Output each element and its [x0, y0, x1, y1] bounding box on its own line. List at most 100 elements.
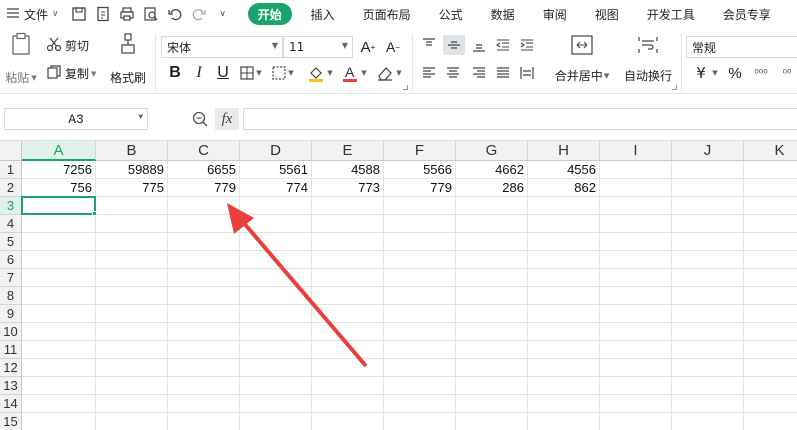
cell-b15[interactable] [96, 413, 168, 430]
cell-a14[interactable] [22, 395, 96, 413]
cell-k5[interactable] [744, 233, 797, 251]
bold-icon[interactable]: B [166, 64, 184, 82]
print-preview-icon[interactable] [142, 5, 160, 23]
cell-h8[interactable] [528, 287, 600, 305]
italic-icon[interactable]: I [190, 64, 208, 82]
decrease-decimal-icon[interactable]: ⁰⁰ [776, 64, 797, 82]
cell-i10[interactable] [600, 323, 672, 341]
cell-c12[interactable] [168, 359, 240, 377]
chevron-down-icon[interactable]: ▼ [286, 64, 296, 82]
cell-b7[interactable] [96, 269, 168, 287]
align-center-icon[interactable] [444, 64, 462, 82]
cell-d4[interactable] [240, 215, 312, 233]
increase-indent-icon[interactable] [518, 36, 536, 54]
chevron-down-icon[interactable]: ▼ [254, 64, 264, 82]
cell-e13[interactable] [312, 377, 384, 395]
cell-d9[interactable] [240, 305, 312, 323]
cell-c10[interactable] [168, 323, 240, 341]
font-color-icon[interactable]: A [341, 64, 359, 82]
cell-c13[interactable] [168, 377, 240, 395]
cell-b12[interactable] [96, 359, 168, 377]
decrease-indent-icon[interactable] [494, 36, 512, 54]
cell-a11[interactable] [22, 341, 96, 359]
tab-insert[interactable]: 插入 [302, 3, 344, 25]
cell-k14[interactable] [744, 395, 797, 413]
row-header-4[interactable]: 4 [0, 215, 22, 233]
chevron-down-icon[interactable]: ▼ [359, 64, 369, 82]
cell-e11[interactable] [312, 341, 384, 359]
row-header-14[interactable]: 14 [0, 395, 22, 413]
cell-j13[interactable] [672, 377, 744, 395]
decrease-font-icon[interactable]: A − [384, 38, 402, 56]
cell-j15[interactable] [672, 413, 744, 430]
cell-c11[interactable] [168, 341, 240, 359]
cell-b14[interactable] [96, 395, 168, 413]
cell-k6[interactable] [744, 251, 797, 269]
cell-b4[interactable] [96, 215, 168, 233]
cell-k8[interactable] [744, 287, 797, 305]
cell-i1[interactable] [600, 161, 672, 179]
cell-j11[interactable] [672, 341, 744, 359]
cell-a9[interactable] [22, 305, 96, 323]
cell-e1[interactable]: 4588 [312, 161, 384, 179]
cell-i13[interactable] [600, 377, 672, 395]
row-header-7[interactable]: 7 [0, 269, 22, 287]
cell-h14[interactable] [528, 395, 600, 413]
undo-icon[interactable] [166, 5, 184, 23]
cell-f1[interactable]: 5566 [384, 161, 456, 179]
number-format-select[interactable]: 常规 [686, 36, 797, 58]
select-all-corner[interactable] [0, 141, 22, 161]
align-bottom-icon[interactable] [470, 36, 488, 54]
cell-d11[interactable] [240, 341, 312, 359]
font-size-select[interactable]: 11 ▼ [283, 36, 353, 58]
cell-b11[interactable] [96, 341, 168, 359]
cut-button[interactable]: 剪切 [46, 36, 89, 55]
cell-d14[interactable] [240, 395, 312, 413]
cell-k9[interactable] [744, 305, 797, 323]
column-header-d[interactable]: D [240, 141, 312, 161]
cell-g4[interactable] [456, 215, 528, 233]
cell-c4[interactable] [168, 215, 240, 233]
cell-f8[interactable] [384, 287, 456, 305]
cell-f10[interactable] [384, 323, 456, 341]
cell-a4[interactable] [22, 215, 96, 233]
active-cell-a3[interactable] [21, 196, 96, 215]
cell-i8[interactable] [600, 287, 672, 305]
column-header-a[interactable]: A [22, 141, 96, 161]
column-header-c[interactable]: C [168, 141, 240, 161]
cell-a12[interactable] [22, 359, 96, 377]
column-header-k[interactable]: K [744, 141, 797, 161]
row-header-13[interactable]: 13 [0, 377, 22, 395]
cell-d5[interactable] [240, 233, 312, 251]
cell-a1[interactable]: 7256 [22, 161, 96, 179]
underline-icon[interactable]: U [214, 64, 232, 82]
row-header-3[interactable]: 3 [0, 197, 22, 215]
column-header-f[interactable]: F [384, 141, 456, 161]
cell-j14[interactable] [672, 395, 744, 413]
align-right-icon[interactable] [470, 64, 488, 82]
eraser-icon[interactable] [376, 64, 394, 82]
cell-k15[interactable] [744, 413, 797, 430]
cell-j7[interactable] [672, 269, 744, 287]
cell-e4[interactable] [312, 215, 384, 233]
cell-g9[interactable] [456, 305, 528, 323]
cell-g3[interactable] [456, 197, 528, 215]
cell-f11[interactable] [384, 341, 456, 359]
column-header-j[interactable]: J [672, 141, 744, 161]
cell-g13[interactable] [456, 377, 528, 395]
tab-page-layout[interactable]: 页面布局 [354, 3, 420, 25]
export-pdf-icon[interactable] [94, 5, 112, 23]
print-icon[interactable] [118, 5, 136, 23]
cell-j8[interactable] [672, 287, 744, 305]
cell-f2[interactable]: 779 [384, 179, 456, 197]
cell-i12[interactable] [600, 359, 672, 377]
paste-button[interactable]: 粘贴 ▼ [4, 32, 38, 92]
tab-home[interactable]: 开始 [247, 3, 292, 25]
cell-h13[interactable] [528, 377, 600, 395]
cell-f15[interactable] [384, 413, 456, 430]
formula-input[interactable] [243, 108, 797, 130]
cell-d2[interactable]: 774 [240, 179, 312, 197]
cell-h10[interactable] [528, 323, 600, 341]
cell-d3[interactable] [240, 197, 312, 215]
cell-a10[interactable] [22, 323, 96, 341]
